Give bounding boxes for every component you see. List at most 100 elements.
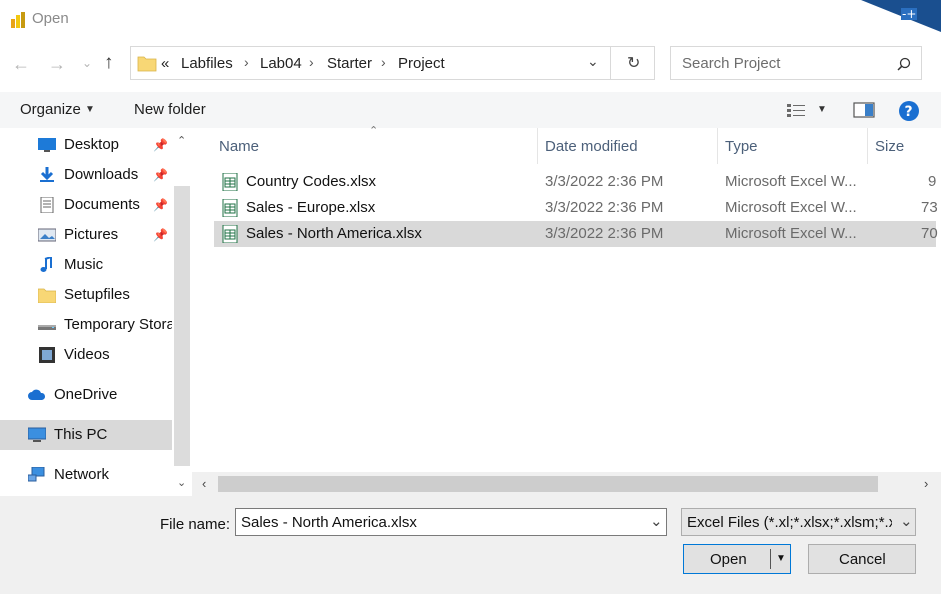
split-divider <box>770 549 771 569</box>
breadcrumb-lab04[interactable]: Lab04 <box>260 55 302 72</box>
address-bar[interactable]: « Labfiles › Lab04 › Starter › Project ⌄… <box>130 46 655 80</box>
title-bar <box>0 0 941 38</box>
breadcrumb-starter[interactable]: Starter <box>327 55 372 72</box>
view-dropdown-icon[interactable]: ▼ <box>817 104 827 115</box>
file-date: 3/3/2022 2:36 PM <box>545 173 664 190</box>
file-name-label: File name: <box>160 516 231 533</box>
column-header-date-modified[interactable]: Date modified <box>545 138 638 155</box>
music-icon <box>40 257 52 272</box>
column-divider[interactable] <box>537 128 538 164</box>
file-name: Country Codes.xlsx <box>246 173 377 190</box>
view-options-icon[interactable] <box>786 102 808 118</box>
sidebar-item-downloads[interactable]: Downloads 📌 <box>0 160 172 190</box>
sidebar-item-onedrive[interactable]: OneDrive <box>0 380 172 410</box>
file-row-selected[interactable]: Sales - North America.xlsx 3/3/2022 2:36… <box>214 221 938 247</box>
file-type-dropdown-chevron-icon[interactable]: ⌄ <box>900 512 914 530</box>
pin-icon[interactable]: 📌 <box>153 228 168 242</box>
sidebar-item-pictures[interactable]: Pictures 📌 <box>0 220 172 250</box>
sidebar-item-label: Pictures <box>64 226 119 243</box>
file-size: 70 <box>921 225 938 242</box>
sidebar-item-setupfiles[interactable]: Setupfiles <box>0 280 172 310</box>
video-icon <box>39 347 55 363</box>
help-icon[interactable]: ? <box>898 100 920 122</box>
search-icon[interactable] <box>897 57 911 71</box>
column-header-size[interactable]: Size <box>875 138 904 155</box>
breadcrumb-separator[interactable]: › <box>309 54 314 70</box>
sidebar-item-music[interactable]: Music <box>0 250 172 280</box>
new-folder-button[interactable]: New folder <box>134 101 206 118</box>
address-divider <box>610 47 611 79</box>
file-name-dropdown-chevron-icon[interactable]: ⌄ <box>650 512 663 530</box>
file-date: 3/3/2022 2:36 PM <box>545 199 664 216</box>
cancel-button[interactable]: Cancel <box>808 544 916 574</box>
open-button[interactable]: Open ▼ <box>683 544 791 574</box>
file-row[interactable]: Sales - Europe.xlsx 3/3/2022 2:36 PM Mic… <box>214 195 938 221</box>
recent-locations-chevron-icon[interactable]: ⌄ <box>82 56 92 70</box>
breadcrumb-overflow[interactable]: « <box>161 55 169 72</box>
breadcrumb-separator[interactable]: › <box>244 54 249 70</box>
breadcrumb-labfiles[interactable]: Labfiles <box>181 55 233 72</box>
file-type-select[interactable]: Excel Files (*.xl;*.xlsx;*.xlsm;*.xl ⌄ <box>681 508 916 536</box>
window-corner-icon: -+ <box>861 0 941 32</box>
svg-text:-+: -+ <box>902 7 916 21</box>
column-divider[interactable] <box>867 128 868 164</box>
document-icon <box>40 197 54 213</box>
file-size: 73 <box>921 199 938 216</box>
computer-icon <box>28 427 46 442</box>
file-row[interactable]: Country Codes.xlsx 3/3/2022 2:36 PM Micr… <box>214 169 936 195</box>
forward-arrow-icon[interactable]: → <box>48 54 66 75</box>
column-header-type[interactable]: Type <box>725 138 758 155</box>
column-header-name[interactable]: Name <box>219 138 259 155</box>
sidebar-item-videos[interactable]: Videos <box>0 340 172 370</box>
scroll-down-chevron-icon[interactable]: ⌄ <box>177 476 186 489</box>
file-date: 3/3/2022 2:36 PM <box>545 225 664 242</box>
file-name-input[interactable]: Sales - North America.xlsx ⌄ <box>235 508 667 536</box>
file-name-value: Sales - North America.xlsx <box>241 514 417 531</box>
desktop-icon <box>38 138 56 152</box>
pin-icon[interactable]: 📌 <box>153 198 168 212</box>
network-icon <box>28 467 45 482</box>
open-dropdown-icon[interactable]: ▼ <box>776 553 786 564</box>
sidebar-item-desktop[interactable]: Desktop 📌 <box>0 130 172 160</box>
file-type-value: Excel Files (*.xl;*.xlsx;*.xlsm;*.xl <box>687 514 892 531</box>
file-size: 9 <box>928 173 937 190</box>
nav-scrollbar-thumb[interactable] <box>174 186 190 466</box>
sort-ascending-icon: ⌃ <box>369 125 379 137</box>
scroll-up-chevron-icon[interactable]: ⌃ <box>177 134 186 147</box>
preview-pane-icon[interactable] <box>853 102 875 118</box>
scroll-right-chevron-icon[interactable]: › <box>924 476 928 491</box>
excel-file-icon <box>222 225 238 243</box>
column-divider[interactable] <box>717 128 718 164</box>
sidebar-item-temporary-storage[interactable]: Temporary Stora <box>0 310 175 340</box>
sidebar-item-network[interactable]: Network <box>0 460 172 490</box>
sidebar-item-documents[interactable]: Documents 📌 <box>0 190 172 220</box>
breadcrumb-project[interactable]: Project <box>398 55 445 72</box>
refresh-icon[interactable]: ↻ <box>627 53 640 73</box>
sidebar-item-this-pc[interactable]: This PC <box>0 420 172 450</box>
cancel-button-label: Cancel <box>839 551 886 568</box>
horizontal-scrollbar-thumb[interactable] <box>218 476 878 492</box>
organize-dropdown-icon[interactable]: ▼ <box>85 104 95 115</box>
sidebar-item-label: Temporary Stora <box>64 316 175 333</box>
svg-text:?: ? <box>905 104 913 120</box>
folder-icon <box>137 56 157 72</box>
folder-icon <box>38 288 56 303</box>
pin-icon[interactable]: 📌 <box>153 138 168 152</box>
file-name: Sales - Europe.xlsx <box>246 199 376 216</box>
breadcrumb-separator[interactable]: › <box>381 54 386 70</box>
sidebar-item-label: Documents <box>64 196 140 213</box>
open-button-label: Open <box>710 551 747 568</box>
search-input[interactable]: Search Project <box>670 46 922 80</box>
excel-file-icon <box>222 173 238 191</box>
address-dropdown-chevron-icon[interactable]: ⌄ <box>587 53 599 70</box>
up-arrow-icon[interactable]: ↑ <box>104 52 114 74</box>
file-name: Sales - North America.xlsx <box>246 225 422 242</box>
scroll-left-chevron-icon[interactable]: ‹ <box>202 476 206 491</box>
search-placeholder: Search Project <box>682 55 781 72</box>
sidebar-item-label: Desktop <box>64 136 120 153</box>
sidebar-item-label: Music <box>64 256 104 273</box>
pin-icon[interactable]: 📌 <box>153 168 168 182</box>
organize-button[interactable]: Organize <box>20 101 81 118</box>
back-arrow-icon[interactable]: ← <box>12 54 30 75</box>
cloud-icon <box>28 389 46 400</box>
